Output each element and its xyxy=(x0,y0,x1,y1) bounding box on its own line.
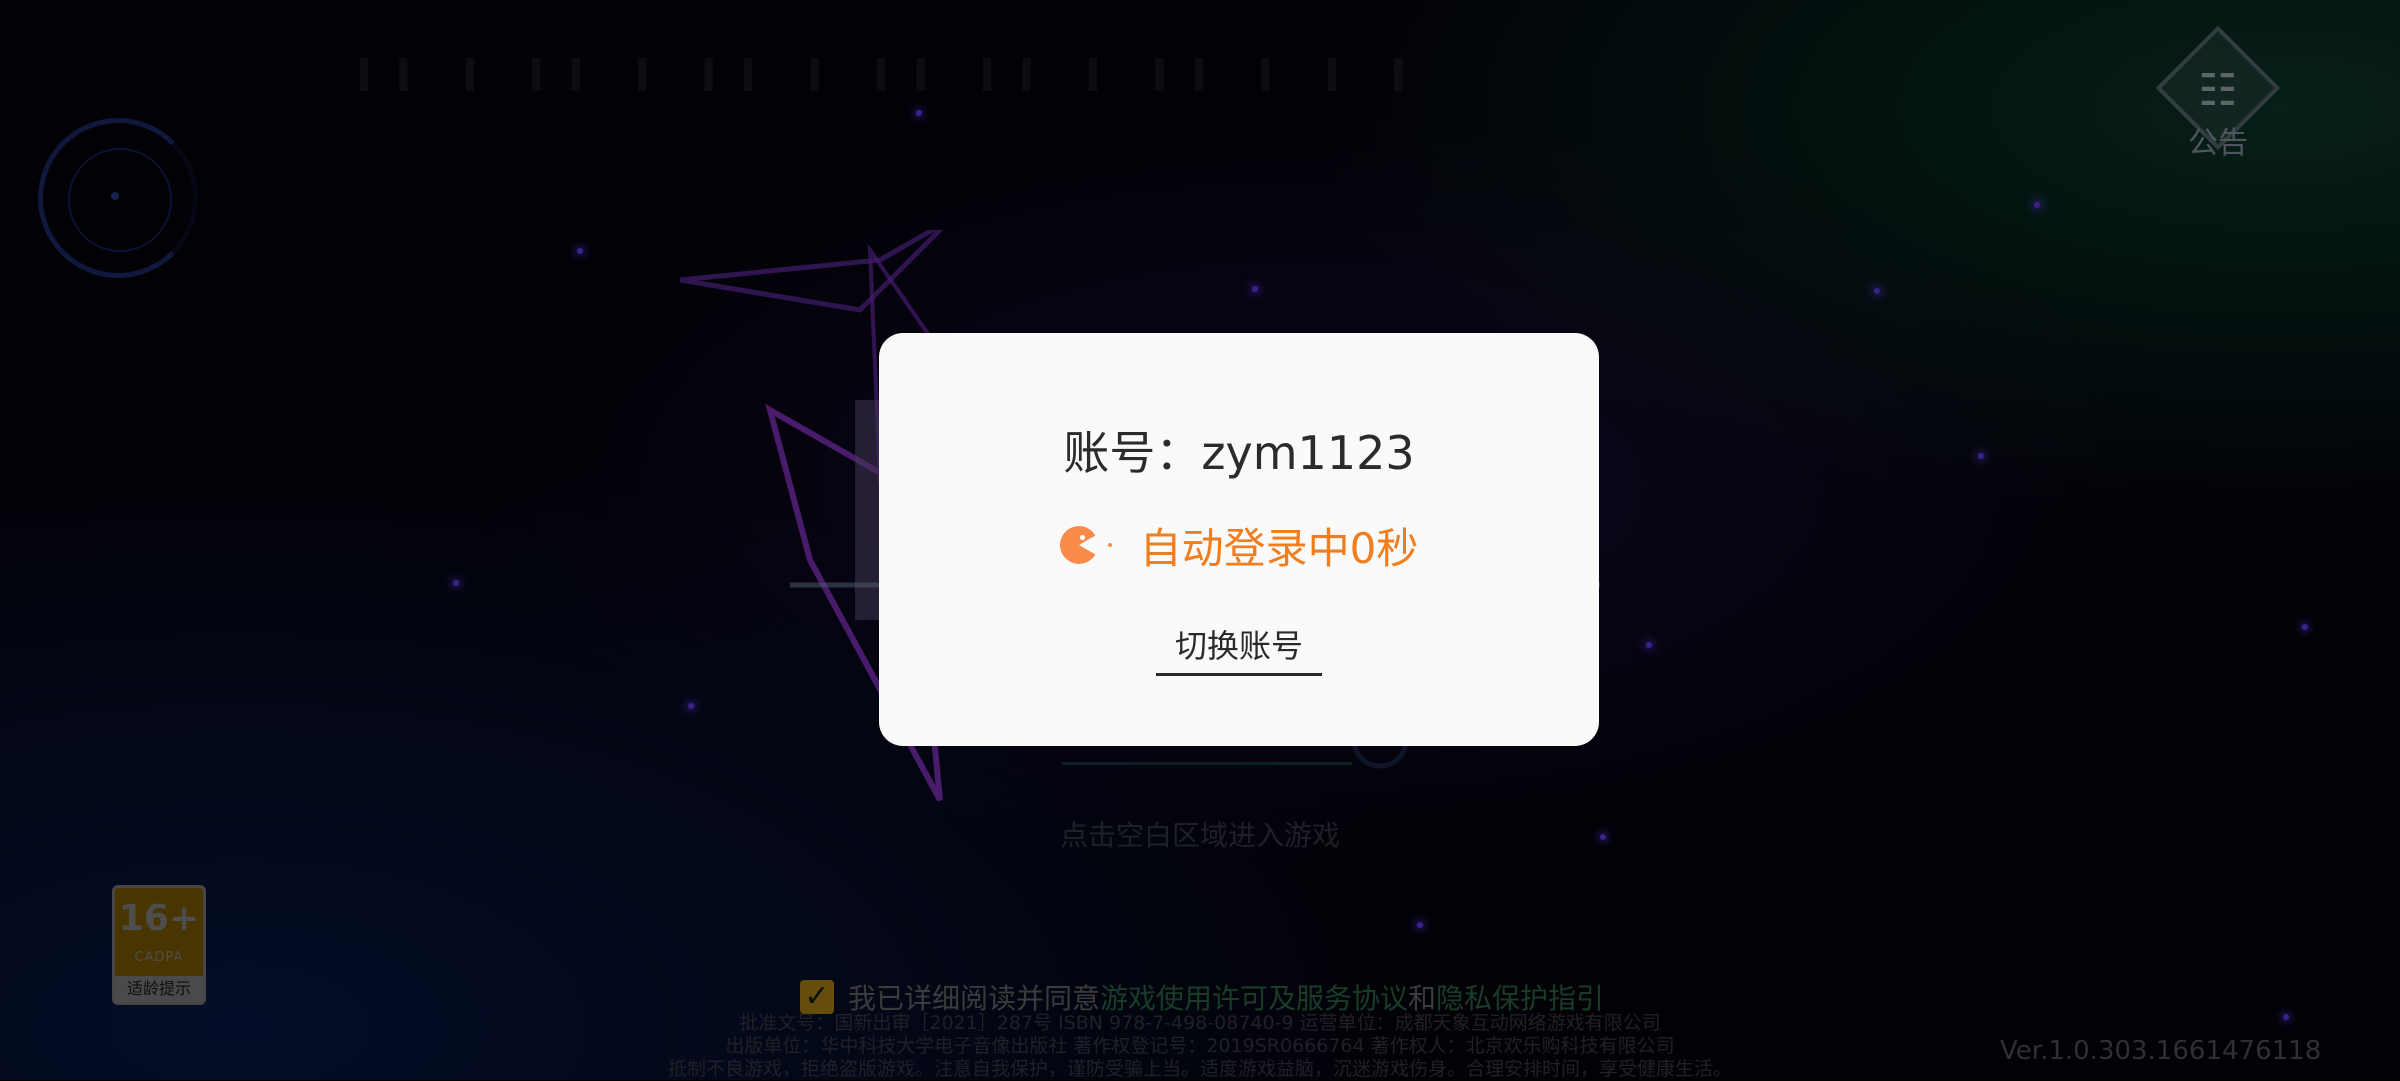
auto-login-status: 自动登录中0秒 xyxy=(879,515,1599,575)
auto-login-text: 自动登录中0秒 xyxy=(1139,523,1419,573)
loading-pacman-icon xyxy=(1059,526,1112,564)
switch-account-button[interactable]: 切换账号 xyxy=(1156,621,1322,676)
account-label: 账号：zym1123 xyxy=(1063,426,1415,480)
auto-login-dialog: 账号：zym1123 自动登录中0秒 切换账号 xyxy=(879,333,1599,746)
